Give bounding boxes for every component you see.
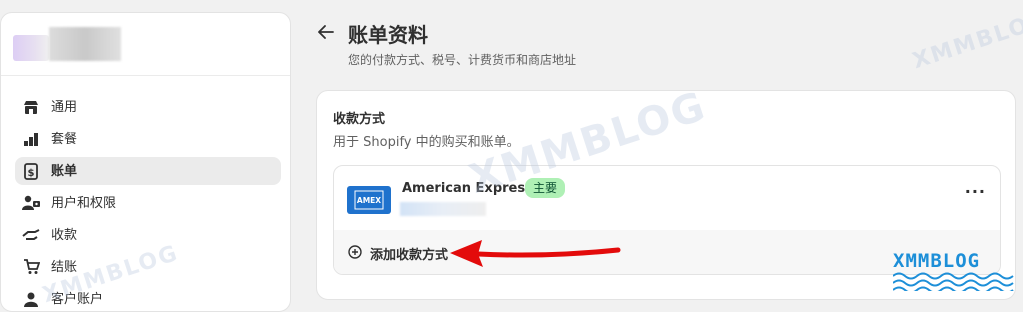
sidebar-item-label: 收款 bbox=[51, 227, 78, 243]
payment-methods-list: AMEX American Express 主要 ··· 添加收款方式 bbox=[333, 165, 1001, 275]
store-name-redacted bbox=[49, 27, 121, 61]
store-icon bbox=[21, 98, 41, 116]
settings-sidebar: 通用 套餐 $ 账单 用户和权限 收款 结账 客户账户 bbox=[0, 12, 291, 312]
card-description: 用于 Shopify 中的购买和账单。 bbox=[333, 135, 520, 150]
sidebar-item-billing[interactable]: $ 账单 bbox=[15, 157, 281, 185]
back-arrow-icon[interactable] bbox=[318, 22, 334, 42]
amex-logo-icon: AMEX bbox=[347, 186, 391, 214]
add-payment-method-button[interactable]: 添加收款方式 bbox=[370, 244, 448, 263]
payments-icon bbox=[21, 226, 41, 244]
sidebar-item-checkout[interactable]: 结账 bbox=[15, 253, 281, 281]
sidebar-nav: 通用 套餐 $ 账单 用户和权限 收款 结账 客户账户 bbox=[15, 93, 281, 311]
sidebar-item-customer-accounts[interactable]: 客户账户 bbox=[15, 285, 281, 311]
add-payment-method-row[interactable]: 添加收款方式 bbox=[334, 230, 1000, 274]
primary-badge: 主要 bbox=[525, 178, 566, 198]
users-icon bbox=[21, 194, 41, 212]
annotation-arrow-icon bbox=[450, 240, 621, 267]
billing-icon: $ bbox=[21, 162, 41, 180]
plan-icon bbox=[21, 130, 41, 148]
sidebar-item-label: 通用 bbox=[51, 99, 78, 115]
store-avatar bbox=[13, 35, 49, 61]
sidebar-item-label: 账单 bbox=[51, 163, 78, 179]
sidebar-item-payments[interactable]: 收款 bbox=[15, 221, 281, 249]
card-brand-name: American Express bbox=[402, 181, 533, 196]
sidebar-item-label: 客户账户 bbox=[51, 291, 104, 307]
payment-method-row[interactable]: AMEX American Express 主要 ··· bbox=[334, 166, 1000, 231]
page-subtitle: 您的付款方式、税号、计费货币和商店地址 bbox=[348, 53, 577, 67]
amex-logo-text: AMEX bbox=[357, 196, 381, 205]
cart-icon bbox=[21, 258, 41, 276]
card-number-redacted bbox=[400, 202, 486, 216]
card-title: 收款方式 bbox=[333, 112, 386, 127]
sidebar-item-label: 用户和权限 bbox=[51, 195, 117, 211]
plus-circle-icon bbox=[348, 245, 362, 259]
store-header[interactable] bbox=[1, 13, 290, 76]
more-actions-button[interactable]: ··· bbox=[965, 182, 986, 201]
sidebar-item-general[interactable]: 通用 bbox=[15, 93, 281, 121]
payment-methods-card: 收款方式 用于 Shopify 中的购买和账单。 AMEX American E… bbox=[316, 90, 1016, 300]
customer-icon bbox=[21, 290, 41, 308]
page-title: 账单资料 bbox=[348, 23, 428, 47]
sidebar-item-users[interactable]: 用户和权限 bbox=[15, 189, 281, 217]
watermark-text: XMMBLOG bbox=[909, 6, 1023, 75]
sidebar-item-plan[interactable]: 套餐 bbox=[15, 125, 281, 153]
svg-text:$: $ bbox=[28, 168, 35, 179]
sidebar-item-label: 套餐 bbox=[51, 131, 78, 147]
sidebar-item-label: 结账 bbox=[51, 259, 78, 275]
